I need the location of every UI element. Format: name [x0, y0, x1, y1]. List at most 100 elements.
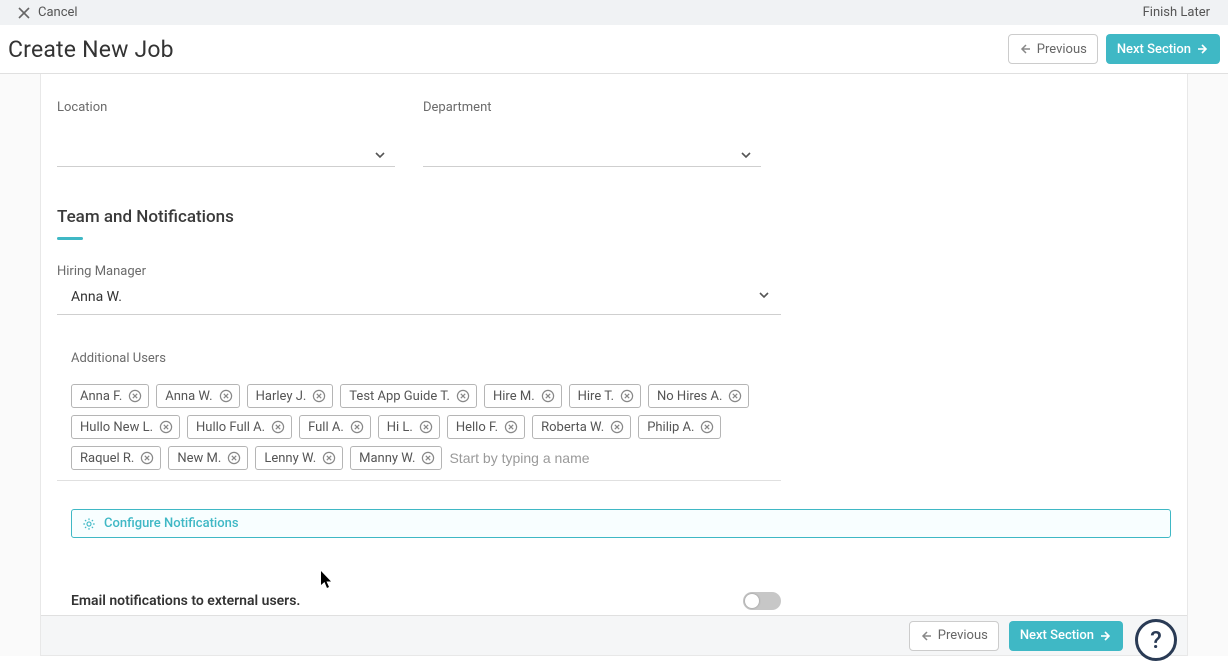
additional-users-input[interactable] — [449, 448, 630, 468]
remove-chip-icon[interactable] — [322, 451, 336, 465]
cancel-label: Cancel — [38, 5, 78, 20]
user-chip-label: Raquel R. — [80, 451, 134, 466]
email-external-label: Email notifications to external users. — [71, 593, 300, 609]
remove-chip-icon[interactable] — [128, 389, 142, 403]
user-chip-label: Lenny W. — [264, 451, 316, 466]
additional-users-label: Additional Users — [57, 351, 1171, 366]
page-title: Create New Job — [8, 36, 174, 63]
remove-chip-icon[interactable] — [159, 420, 173, 434]
arrow-right-icon — [1100, 630, 1112, 642]
user-chip: Hire M. — [484, 384, 562, 408]
user-chip-label: Philip A. — [647, 420, 694, 435]
remove-chip-icon[interactable] — [700, 420, 714, 434]
footer-next-label: Next Section — [1020, 628, 1094, 643]
remove-chip-icon[interactable] — [227, 451, 241, 465]
user-chip: Hullo Full A. — [187, 415, 292, 439]
user-chip-label: Roberta W. — [541, 420, 604, 435]
user-chip-label: Harley J. — [256, 389, 307, 404]
remove-chip-icon[interactable] — [504, 420, 518, 434]
remove-chip-icon[interactable] — [728, 389, 742, 403]
team-section-title: Team and Notifications — [57, 207, 1171, 235]
close-icon — [18, 7, 30, 19]
user-chip: Anna W. — [156, 384, 239, 408]
help-label: ? — [1150, 626, 1162, 654]
footer-bar: Previous Next Section ? — [41, 615, 1187, 655]
user-chip-label: Hullo Full A. — [196, 420, 265, 435]
remove-chip-icon[interactable] — [271, 420, 285, 434]
chevron-down-icon — [757, 288, 771, 302]
department-label: Department — [423, 100, 761, 115]
user-chip-label: Hi L. — [387, 420, 413, 435]
header-nav-buttons: Previous Next Section — [1008, 34, 1220, 64]
user-chip: Anna F. — [71, 384, 149, 408]
previous-button[interactable]: Previous — [1008, 34, 1098, 64]
configure-notifications-label: Configure Notifications — [104, 516, 239, 531]
user-chip-label: Full A. — [308, 420, 344, 435]
arrow-right-icon — [1197, 43, 1209, 55]
finish-later-label: Finish Later — [1143, 5, 1210, 20]
user-chip: Full A. — [299, 415, 371, 439]
form-panel: Location Department — [40, 74, 1188, 656]
footer-previous-label: Previous — [938, 628, 988, 643]
remove-chip-icon[interactable] — [140, 451, 154, 465]
next-section-label: Next Section — [1117, 42, 1191, 57]
remove-chip-icon[interactable] — [620, 389, 634, 403]
hiring-manager-value: Anna W. — [57, 289, 122, 305]
remove-chip-icon[interactable] — [219, 389, 233, 403]
user-chip: Hello F. — [447, 415, 525, 439]
remove-chip-icon[interactable] — [312, 389, 326, 403]
user-chip-label: Anna F. — [80, 389, 122, 404]
user-chip: Harley J. — [247, 384, 334, 408]
hiring-manager-select[interactable]: Anna W. — [57, 279, 781, 315]
help-button[interactable]: ? — [1135, 619, 1177, 661]
user-chip: Lenny W. — [255, 446, 343, 470]
user-chip-label: Test App Guide T. — [349, 389, 450, 404]
previous-label: Previous — [1037, 42, 1087, 57]
location-department-row: Location Department — [57, 100, 1171, 167]
user-chip: Manny W. — [350, 446, 442, 470]
chevron-down-icon — [739, 148, 753, 162]
user-chip: Hi L. — [378, 415, 440, 439]
location-select[interactable] — [57, 143, 395, 167]
gear-icon — [82, 517, 96, 531]
remove-chip-icon[interactable] — [419, 420, 433, 434]
user-chip: New M. — [168, 446, 248, 470]
department-field: Department — [423, 100, 761, 167]
location-label: Location — [57, 100, 395, 115]
user-chip: Hire T. — [569, 384, 641, 408]
email-external-row: Email notifications to external users. — [71, 592, 781, 610]
user-chip-label: Hire T. — [578, 389, 614, 404]
location-field: Location — [57, 100, 395, 167]
user-chip: No Hires A. — [648, 384, 749, 408]
user-chip-label: No Hires A. — [657, 389, 722, 404]
arrow-left-icon — [920, 630, 932, 642]
user-chip-label: Hullo New L. — [80, 420, 153, 435]
finish-later-button[interactable]: Finish Later — [1143, 5, 1210, 20]
user-chip-label: Hire M. — [493, 389, 535, 404]
configure-notifications-button[interactable]: Configure Notifications — [71, 509, 1171, 538]
content-wrap: Location Department — [0, 74, 1228, 656]
footer-previous-button[interactable]: Previous — [909, 621, 999, 651]
cancel-button[interactable]: Cancel — [18, 5, 78, 20]
next-section-button[interactable]: Next Section — [1106, 34, 1220, 64]
user-chip-label: Manny W. — [359, 451, 415, 466]
remove-chip-icon[interactable] — [610, 420, 624, 434]
department-select[interactable] — [423, 143, 761, 167]
chevron-down-icon — [373, 148, 387, 162]
top-bar: Cancel Finish Later — [0, 0, 1228, 25]
user-chip-label: Anna W. — [165, 389, 212, 404]
remove-chip-icon[interactable] — [541, 389, 555, 403]
email-external-toggle[interactable] — [743, 592, 781, 610]
remove-chip-icon[interactable] — [350, 420, 364, 434]
remove-chip-icon[interactable] — [456, 389, 470, 403]
user-chip-label: Hello F. — [456, 420, 498, 435]
hiring-manager-label: Hiring Manager — [57, 264, 1171, 279]
toggle-knob — [745, 594, 759, 608]
user-chip: Roberta W. — [532, 415, 631, 439]
user-chip: Test App Guide T. — [340, 384, 477, 408]
remove-chip-icon[interactable] — [421, 451, 435, 465]
section-underline — [57, 237, 83, 240]
user-chip-label: New M. — [177, 451, 221, 466]
additional-users-chips: Anna F. Anna W. Harley J. Test App Guide T.… — [57, 384, 781, 481]
footer-next-button[interactable]: Next Section — [1009, 621, 1123, 651]
